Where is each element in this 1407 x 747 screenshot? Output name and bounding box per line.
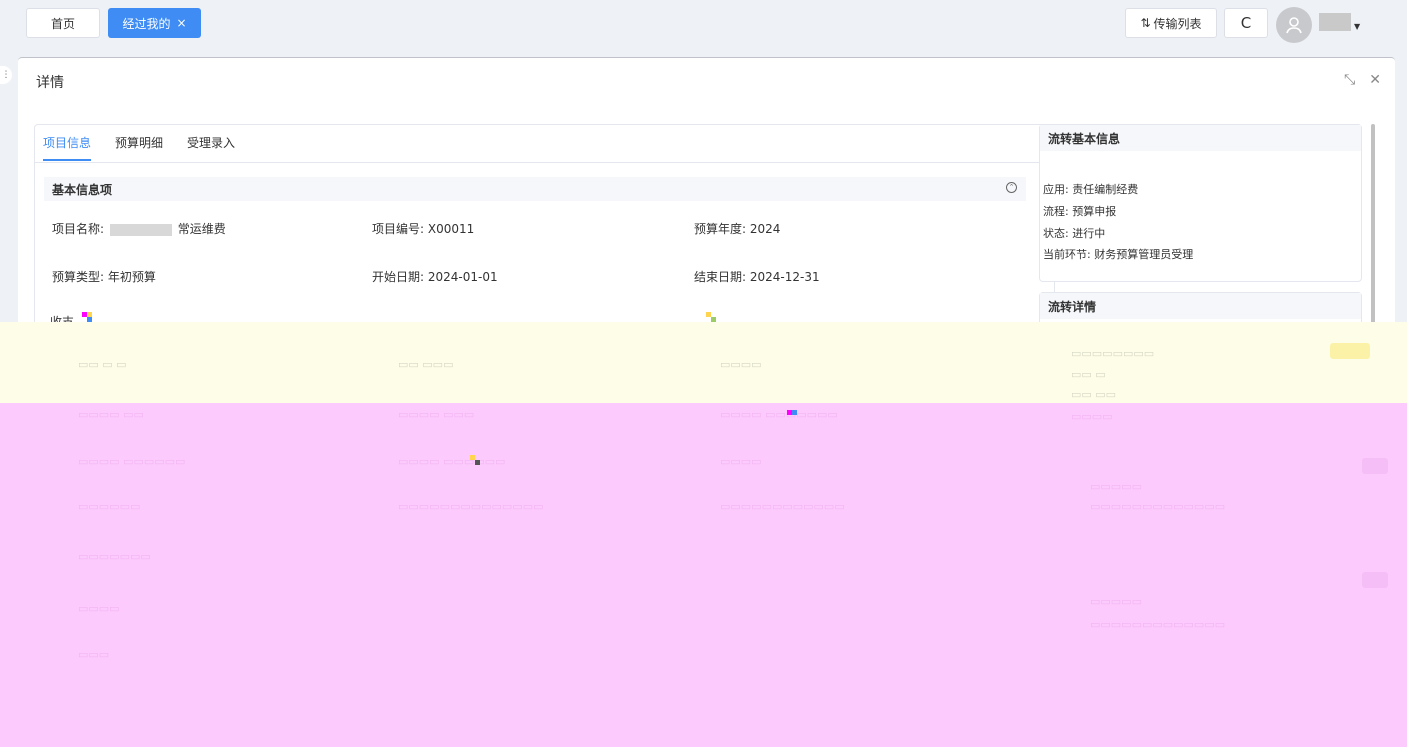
detail-tabs: 项目信息 预算明细 受理录入 <box>43 134 235 161</box>
ghost-text: ▭▭▭▭ ▭▭ <box>78 408 144 421</box>
ghost-text: ▭▭▭▭▭ <box>1090 480 1142 493</box>
ghost-text: ▭▭▭▭ <box>720 358 762 371</box>
field-budget-type: 预算类型: 年初预算 <box>52 270 156 284</box>
ghost-text: ▭▭▭▭▭▭▭▭▭▭▭▭▭ <box>1090 500 1226 513</box>
ghost-text: ▭▭▭▭ <box>720 455 762 468</box>
tab-home[interactable]: 首页 <box>26 8 100 38</box>
transfer-list-label: 传输列表 <box>1153 16 1202 31</box>
status-badge <box>1362 572 1388 588</box>
tab-acceptance-entry[interactable]: 受理录入 <box>187 134 235 161</box>
ghost-text: ▭▭▭▭ <box>78 602 120 615</box>
scrollbar[interactable] <box>1371 124 1375 334</box>
flow-current-step: 当前环节: 财务预算管理员受理 <box>1043 248 1194 261</box>
user-avatar[interactable] <box>1276 7 1312 43</box>
ghost-text: ▭▭▭▭ ▭▭▭▭▭▭▭ <box>720 408 838 421</box>
field-end-date: 结束日期: 2024-12-31 <box>694 270 820 284</box>
refresh-icon: C <box>1240 14 1252 32</box>
flow-process: 流程: 预算申报 <box>1043 205 1117 218</box>
tab-budget-detail[interactable]: 预算明细 <box>115 134 163 161</box>
refresh-button[interactable]: C <box>1224 8 1268 38</box>
tab-divider <box>35 162 1054 163</box>
ghost-text: ▭▭▭▭▭▭▭▭▭▭▭▭ <box>720 500 845 513</box>
field-project-code: 项目编号: X00011 <box>372 222 475 236</box>
field-budget-year: 预算年度: 2024 <box>694 222 781 236</box>
ghost-text: ▭▭▭▭ ▭▭▭ <box>398 408 475 421</box>
field-project-name: 项目名称: 常运维费 <box>52 220 226 237</box>
ghost-text: ▭▭ ▭▭▭ <box>398 358 454 371</box>
panel-header-actions: ⤡ ✕ <box>1344 72 1381 88</box>
tab-passed-by-me[interactable]: 经过我的 × <box>108 8 201 38</box>
ghost-text: ▭▭▭▭▭▭▭▭▭▭▭▭▭ <box>1090 618 1226 631</box>
flow-detail-title: 流转详情 <box>1040 293 1361 319</box>
flow-basic-title: 流转基本信息 <box>1040 125 1361 151</box>
ghost-text: ▭▭▭▭ ▭▭▭▭▭▭ <box>78 455 186 468</box>
ghost-text: ▭▭▭▭▭▭▭▭ <box>1071 347 1155 360</box>
section-basic-info: 基本信息项 <box>44 177 1026 201</box>
panel-title: 详情 <box>36 75 64 91</box>
project-name-suffix: 常运维费 <box>177 222 226 236</box>
username-redacted[interactable] <box>1319 13 1351 31</box>
artifact-icon <box>706 312 716 322</box>
ghost-text: ▭▭ ▭ <box>1071 368 1106 381</box>
artifact-icon <box>470 455 480 465</box>
tab-home-label: 首页 <box>50 16 75 31</box>
ghost-text: ▭▭▭ <box>78 648 110 661</box>
flow-app: 应用: 责任编制经费 <box>1043 183 1139 196</box>
status-badge <box>1330 343 1370 359</box>
ghost-text: ▭▭▭▭▭▭▭▭▭▭▭▭▭▭ <box>398 500 544 513</box>
field-start-date: 开始日期: 2024-01-01 <box>372 270 498 284</box>
tab-close-icon[interactable]: × <box>176 16 186 30</box>
status-badge <box>1362 458 1388 474</box>
sidebar-toggle-icon[interactable]: ⋮ <box>0 66 12 84</box>
ghost-text: ▭▭▭▭ <box>1071 410 1113 423</box>
ghost-text: ▭▭▭▭ ▭▭▭▭▭▭ <box>398 455 506 468</box>
chevron-down-icon[interactable]: ▼ <box>1354 22 1360 31</box>
tab-project-info[interactable]: 项目信息 <box>43 134 92 161</box>
fullscreen-icon[interactable]: ⤡ <box>1344 72 1355 88</box>
artifact-icon <box>787 410 797 415</box>
project-name-label: 项目名称: <box>52 222 105 236</box>
collapse-icon[interactable]: ⌃ <box>1006 182 1017 193</box>
ghost-text: ▭▭ ▭▭ <box>1071 388 1117 401</box>
ghost-text: ▭▭▭▭▭▭ <box>78 500 141 513</box>
transfer-list-button[interactable]: ⇅ 传输列表 <box>1125 8 1217 38</box>
tab-passed-by-me-label: 经过我的 <box>122 16 171 31</box>
ghost-text: ▭▭▭▭▭▭▭ <box>78 550 151 563</box>
flow-status: 状态: 进行中 <box>1043 227 1106 240</box>
render-artifact-pink <box>0 403 1407 747</box>
redacted-text <box>109 223 172 236</box>
close-icon[interactable]: ✕ <box>1369 72 1381 88</box>
user-icon <box>1286 17 1302 34</box>
ghost-text: ▭▭ ▭ ▭ <box>78 358 127 371</box>
artifact-icon <box>82 312 92 322</box>
sort-arrows-icon: ⇅ <box>1140 16 1151 30</box>
ghost-text: ▭▭▭▭▭ <box>1090 595 1142 608</box>
